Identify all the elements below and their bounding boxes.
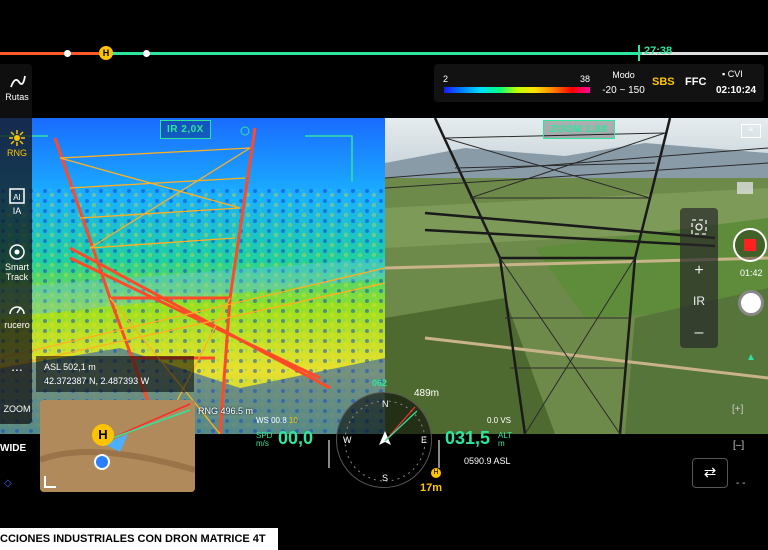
target-lock-icon[interactable] [680,218,718,236]
ai-icon: AI [9,188,25,204]
swap-views-button[interactable]: ⇄ [692,458,728,488]
collapse-button[interactable]: [–] [733,440,744,451]
wide-lens-label[interactable]: WIDE [0,443,26,454]
vertical-speed: 0.0 VS [487,416,512,425]
speed-units: SPD m/s [256,432,272,448]
record-time: 01:42 [740,268,763,278]
rangefinder-label: RNG [7,148,27,158]
ir-zoom-tag[interactable]: IR 2,0X [160,120,211,139]
remaining-time: 02:10:24 [716,85,757,96]
camera-control-panel: + IR – [680,208,718,348]
minimap-pilot-icon [94,454,110,470]
timeline-progress-segment [105,52,642,55]
compass-south: S [382,473,389,483]
wind-direction: 10 [288,416,298,425]
smart-track-label: Smart Track [4,262,29,282]
asl-altitude: 0590.9 ASL [464,456,511,466]
zoom-level-tag[interactable]: ZOOM 1,9X [543,120,615,139]
minimap-expand-icon[interactable] [44,476,56,488]
timeline-home-marker[interactable]: H [99,46,113,60]
zoom-label: ZOOM [3,404,31,414]
compass-west: W [343,435,352,445]
ir-mode-button[interactable]: IR [680,294,718,308]
zoom-button[interactable]: ZOOM [0,404,34,414]
minimap-terrain [40,400,195,492]
speed-scale [328,440,330,468]
route-icon [10,75,26,88]
cruise-label: rucero [4,320,30,330]
svg-text:AI: AI [13,193,21,202]
diamond-icon[interactable]: ◇ [4,478,12,489]
more-button[interactable]: ... [0,358,34,374]
timeline-playhead[interactable] [638,45,640,61]
altitude-unit: m [498,439,505,448]
altitude: 031,5 [445,428,491,448]
rangefinder-button[interactable]: RNG [0,128,34,158]
horizontal-distance: 489m [414,388,440,399]
position-readout: ASL 502,1 m 42.372387 N, 2.487393 W [36,356,194,392]
rangefinder-icon [9,130,25,146]
zoom-out-button[interactable]: – [680,324,718,342]
storage-indicator: ▪ CVI [722,69,743,79]
cruise-button[interactable]: rucero [0,300,34,330]
ir-range-label: RNG 496.5 m [198,406,254,416]
ffc-button[interactable]: FFC [685,76,706,88]
wind-label: WS 00.8 [256,416,287,425]
shutter-button[interactable] [738,290,764,316]
aircraft-nav-icon[interactable]: ▲ [746,352,756,363]
compass-east: E [421,435,428,445]
home-icon: H [431,468,441,478]
ai-button[interactable]: AI IA [0,186,34,216]
wind-speed: WS 00.8 10 [256,416,298,425]
zoom-in-button[interactable]: + [680,262,718,280]
gps-coordinates: 42.372387 N, 2.487393 W [44,376,150,386]
more-options-button[interactable]: - - [736,478,745,489]
speed-unit: m/s [256,439,269,448]
video-caption: CCIONES INDUSTRIALES CON DRON MATRICE 4T [0,528,278,550]
playback-timeline[interactable]: H 27:38 [0,44,768,62]
stop-icon [744,239,756,251]
thermal-colorbar[interactable] [444,87,590,93]
altitude-units: ALT m [498,432,512,448]
asl-label: ASL 502,1 m [44,362,96,372]
timeline-marker[interactable] [143,50,150,57]
sbs-button[interactable]: SBS [652,76,675,88]
colorbar-min: 2 [443,74,449,84]
cvi-label: CVI [727,69,743,79]
horizontal-speed: 00,0 [278,428,314,448]
mode-range[interactable]: -20 ~ 150 [596,85,651,96]
compass-north: N [382,399,389,409]
grid-icon[interactable]: ≡ [741,124,761,138]
heading-tag: 062 [372,378,388,388]
vertical-distance: 17m [420,482,443,494]
storage-icon: ▪ [722,69,726,79]
routes-label: Rutas [5,92,29,102]
minimap[interactable]: H [40,400,195,492]
mode-label: Modo [612,70,635,80]
smart-track-button[interactable]: Smart Track [0,242,34,282]
smart-track-icon [9,244,25,260]
more-icon: ... [11,358,23,374]
colorbar-max: 38 [580,74,591,84]
timeline-time: 27:38 [644,45,673,57]
compass-attitude-indicator[interactable]: N E W S [336,392,432,488]
routes-button[interactable]: Rutas [0,72,34,102]
timeline-elapsed-segment [0,52,105,55]
ai-label: IA [12,206,22,216]
status-bar: 2 38 Modo -20 ~ 150 SBS FFC ▪ CVI 02:10:… [434,64,764,102]
minimap-home-point: H [92,424,114,446]
left-toolbar: Rutas RNG AI IA Smart Track rucero ... Z… [0,64,32,424]
timeline-marker[interactable] [64,50,71,57]
record-button[interactable] [733,228,767,262]
altitude-scale [438,440,440,468]
expand-icon[interactable]: [+] [732,404,743,415]
speedometer-icon [9,306,25,315]
